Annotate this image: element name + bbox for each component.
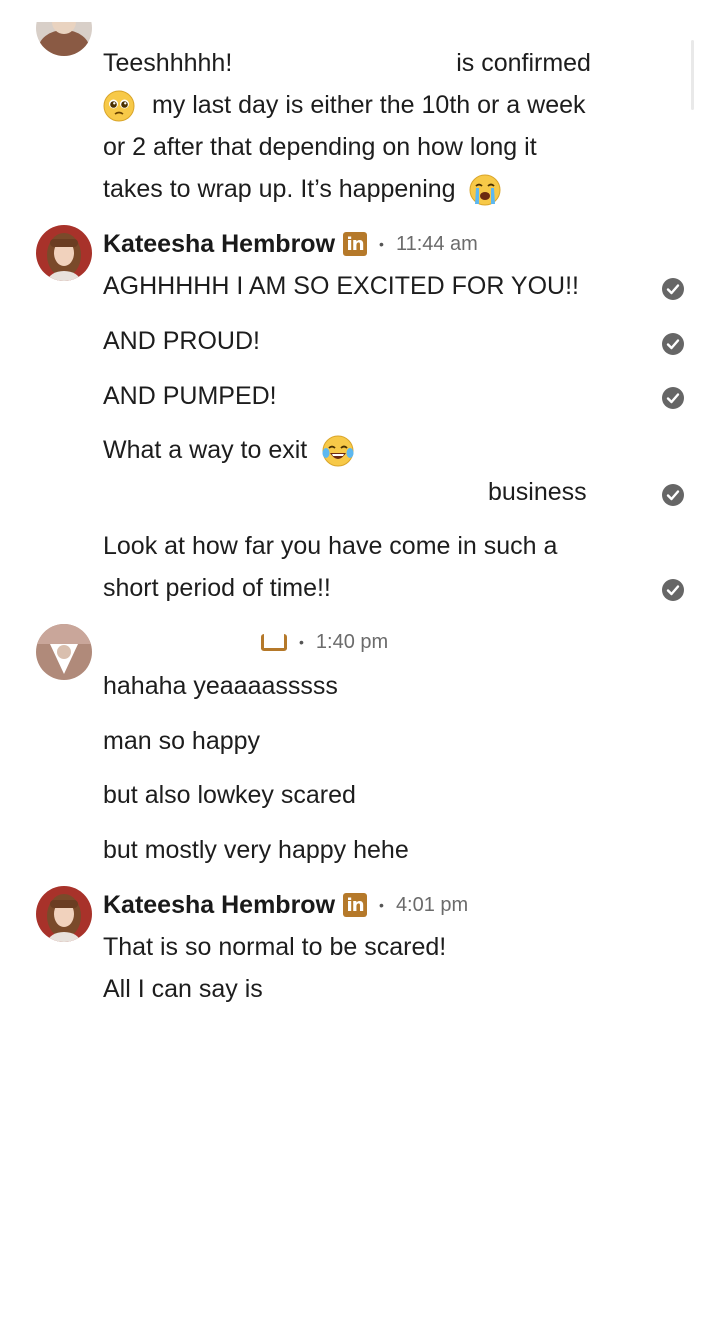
message-text: AND PUMPED! [103, 382, 277, 410]
read-receipt-icon [661, 578, 685, 602]
message-line: AND PUMPED! [103, 375, 277, 417]
read-receipt-icon [661, 386, 685, 410]
message-line: or 2 after that depending on how long it [103, 126, 537, 168]
linkedin-premium-icon: in [343, 893, 368, 917]
loudly-crying-face-emoji [469, 174, 501, 206]
sender-line: Kateesha Hembrow in • 11:44 am [103, 227, 478, 261]
message-line: AND PROUD! [103, 320, 260, 362]
message-line: Look at how far you have come in such a [103, 525, 557, 567]
message-text: AND PROUD! [103, 327, 260, 355]
read-receipt-icon [661, 332, 685, 356]
sender-name[interactable]: Kateesha Hembrow [103, 891, 335, 920]
timestamp: 4:01 pm [395, 893, 469, 916]
message-text: but mostly very happy hehe [103, 836, 409, 864]
separator-dot: • [299, 634, 304, 650]
scrollbar[interactable] [691, 40, 694, 110]
message-text: Teeshhhhh! [103, 49, 233, 77]
timestamp: 1:40 pm [315, 630, 389, 653]
top-clip-edge [0, 0, 722, 22]
message-thread: Teeshhhhh! is confirmed my last day is e… [0, 0, 722, 1010]
message-text: That is so normal to be scared! [103, 933, 447, 961]
linkedin-premium-icon [261, 633, 287, 651]
message-text: AGHHHHH I AM SO EXCITED FOR YOU!! [103, 272, 579, 300]
message-line: short period of time!! [103, 567, 331, 609]
message-line: AGHHHHH I AM SO EXCITED FOR YOU!! [103, 265, 579, 307]
tears-of-joy-emoji [322, 435, 354, 467]
pleading-face-emoji [103, 90, 135, 122]
separator-dot: • [379, 897, 384, 913]
sender-name[interactable]: Kateesha Hembrow [103, 230, 335, 259]
message-line: my last day is either the 10th or a week [103, 84, 586, 126]
message-text: short period of time!! [103, 574, 331, 602]
read-receipt-icon [661, 483, 685, 507]
message-line: man so happy [103, 720, 260, 762]
message-text: hahaha yeaaaasssss [103, 672, 338, 700]
message-text: or 2 after that depending on how long it [103, 133, 537, 161]
sender-line: • 1:40 pm [103, 625, 388, 659]
message-line: What a way to exit [103, 429, 354, 471]
message-text: What a way to exit [103, 436, 308, 464]
message-line: but mostly very happy hehe [103, 829, 409, 871]
message-text: All I can say is [103, 975, 263, 1003]
redaction [103, 478, 481, 509]
message-line: All I can say is [103, 968, 263, 1010]
message-text: man so happy [103, 727, 261, 755]
message-text: business [487, 478, 587, 506]
message-line: takes to wrap up. It’s happening [103, 168, 501, 210]
message-text: Look at how far you have come in such a [103, 532, 558, 560]
avatar[interactable] [36, 225, 92, 281]
message-line: business [103, 471, 587, 513]
message-line: hahaha yeaaaasssss [103, 665, 338, 707]
message-text: takes to wrap up. It’s happening [103, 175, 456, 203]
message-text: but also lowkey scared [103, 781, 356, 809]
message-line: That is so normal to be scared! [103, 926, 446, 968]
separator-dot: • [379, 236, 384, 252]
timestamp: 11:44 am [395, 232, 478, 255]
redaction [239, 49, 450, 80]
avatar[interactable] [36, 886, 92, 942]
message-text: is confirmed [456, 49, 591, 77]
read-receipt-icon [661, 277, 685, 301]
message-text: my last day is either the 10th or a week [151, 91, 586, 119]
sender-line: Kateesha Hembrow in • 4:01 pm [103, 888, 468, 922]
message-line: Teeshhhhh! is confirmed [103, 42, 591, 84]
message-line: but also lowkey scared [103, 774, 356, 816]
avatar[interactable] [36, 624, 92, 680]
linkedin-premium-icon: in [343, 232, 368, 256]
